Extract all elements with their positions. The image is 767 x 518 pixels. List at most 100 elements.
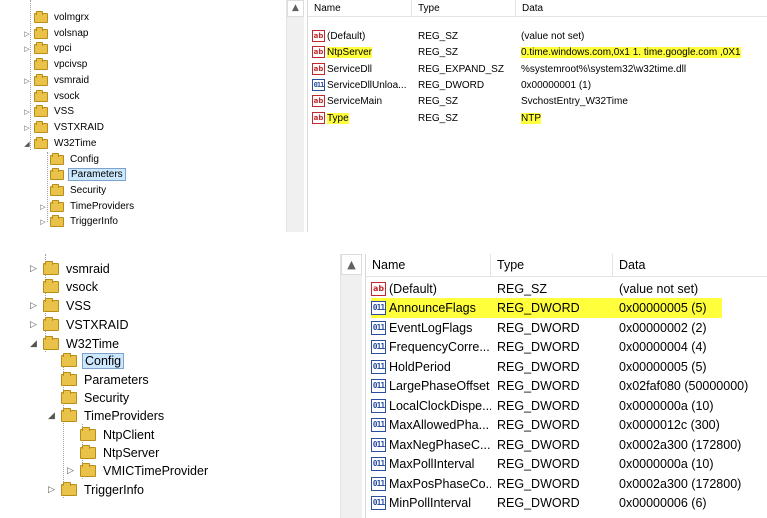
value-data: SvchostEntry_W32Time (521, 95, 628, 107)
registry-value-row-maxpollinterval[interactable]: 011 MaxPollInterval REG_DWORD 0x0000000a… (366, 454, 767, 474)
registry-value-row-minpollinterval[interactable]: 011 MinPollInterval REG_DWORD 0x00000006… (366, 493, 767, 513)
tree-node-vsock[interactable]: vsock (22, 89, 82, 104)
value-name-highlighted: NtpServer (327, 46, 373, 58)
tree-node-vss[interactable]: ▷ VSS (22, 104, 76, 119)
tree-node-w32time[interactable]: ◢ W32Time (22, 136, 98, 151)
scroll-up-button[interactable]: ▲ (287, 0, 304, 17)
registry-value-row-eventlogflags[interactable]: 011 EventLogFlags REG_DWORD 0x00000002 (… (366, 318, 767, 338)
folder-icon (43, 316, 59, 331)
binary-value-icon: 011 (371, 437, 386, 452)
value-data-highlighted: 0x00000005 (5) (619, 300, 707, 315)
tree-node-label: VMICTimeProvider (103, 463, 209, 478)
expand-arrow-icon[interactable]: ▷ (22, 108, 32, 116)
tree-node-parameters[interactable]: Parameters (45, 370, 151, 389)
tree-node-vpcivsp[interactable]: vpcivsp (22, 57, 89, 72)
tree-node-vsock[interactable]: vsock (27, 277, 100, 296)
registry-value-row-largephaseoffset[interactable]: 011 LargePhaseOffset REG_DWORD 0x02faf08… (366, 376, 767, 396)
binary-value-icon: 011 (371, 320, 386, 335)
expand-arrow-icon[interactable]: ▷ (22, 45, 32, 53)
value-type: REG_DWORD (497, 398, 580, 413)
value-name: FrequencyCorre... (389, 339, 490, 354)
expand-arrow-icon[interactable]: ▷ (64, 466, 77, 476)
tree-node-vss[interactable]: ▷ VSS (27, 296, 93, 315)
tree-node-triggerinfo[interactable]: ▷ TriggerInfo (38, 214, 120, 229)
collapse-arrow-icon[interactable]: ◢ (22, 140, 32, 148)
tree-node-label: TimeProviders (84, 408, 165, 423)
registry-value-row-type[interactable]: ab Type REG_SZ NTP (308, 110, 767, 126)
column-header-data[interactable]: Data (516, 0, 767, 16)
tree-node-label: Parameters (84, 372, 149, 387)
tree-node-timeproviders[interactable]: ◢ TimeProviders (45, 406, 166, 425)
expand-arrow-icon[interactable]: ▷ (27, 320, 40, 330)
tree-node-label: Security (70, 185, 107, 196)
tree-vertical-scrollbar[interactable]: ▲ (340, 254, 362, 518)
tree-node-triggerinfo[interactable]: ▷ TriggerInfo (45, 480, 146, 499)
expand-arrow-icon[interactable]: ▷ (22, 30, 32, 38)
collapse-arrow-icon[interactable]: ◢ (45, 411, 58, 421)
tree-node-label: vsock (54, 91, 80, 102)
tree-node-vstxraid[interactable]: ▷ VSTXRAID (22, 120, 106, 135)
expand-arrow-icon[interactable]: ▷ (38, 218, 48, 226)
tree-node-ntpclient[interactable]: NtpClient (64, 425, 156, 444)
registry-value-row-announceflags[interactable]: 011 AnnounceFlags REG_DWORD 0x00000005 (… (366, 298, 767, 318)
tree-node-config[interactable]: Config (38, 152, 101, 167)
tree-node-ntpserver[interactable]: NtpServer (64, 443, 161, 462)
registry-value-row-servicemain[interactable]: ab ServiceMain REG_SZ SvchostEntry_W32Ti… (308, 93, 767, 109)
tree-node-vpci[interactable]: ▷ vpci (22, 41, 74, 56)
tree-node-label: vsmraid (54, 75, 90, 86)
tree-node-volmgrx[interactable]: volmgrx (22, 10, 91, 25)
registry-value-row-ntpserver[interactable]: ab NtpServer REG_SZ 0.time.windows.com,0… (308, 44, 767, 60)
registry-values-list[interactable]: Name Type Data ab (Default) REG_SZ (valu… (307, 0, 767, 232)
tree-node-config[interactable]: Config (45, 351, 125, 370)
registry-value-row-maxposphasecorrection[interactable]: 011 MaxPosPhaseCo... REG_DWORD 0x0002a30… (366, 474, 767, 494)
tree-node-label: TimeProviders (70, 201, 135, 212)
folder-open-icon (61, 352, 77, 367)
value-name: MaxPollInterval (389, 456, 475, 471)
expand-arrow-icon[interactable]: ▷ (27, 264, 40, 274)
column-header-data[interactable]: Data (613, 254, 767, 276)
column-header-name[interactable]: Name (366, 254, 491, 276)
collapse-arrow-icon[interactable]: ◢ (27, 339, 40, 349)
registry-values-list[interactable]: Name Type Data ab (Default) REG_SZ (valu… (365, 254, 767, 518)
tree-vertical-scrollbar[interactable]: ▲ (286, 0, 304, 232)
registry-value-row-localclockdispersion[interactable]: 011 LocalClockDispe... REG_DWORD 0x00000… (366, 396, 767, 416)
tree-node-vsmraid[interactable]: ▷ vsmraid (22, 73, 91, 88)
value-type: REG_SZ (418, 112, 459, 124)
folder-icon (61, 407, 77, 422)
registry-value-row-maxallowedphaseoffset[interactable]: 011 MaxAllowedPha... REG_DWORD 0x0000012… (366, 415, 767, 435)
column-header-type[interactable]: Type (491, 254, 613, 276)
tree-node-security[interactable]: Security (38, 183, 108, 198)
value-type: REG_DWORD (497, 437, 580, 452)
expand-arrow-icon[interactable]: ▷ (22, 124, 32, 132)
expand-arrow-icon[interactable]: ▷ (38, 203, 48, 211)
value-name: MinPollInterval (389, 495, 471, 510)
scroll-up-button[interactable]: ▲ (341, 254, 362, 275)
folder-icon (61, 389, 77, 404)
value-data: (value not set) (521, 30, 585, 42)
tree-node-label: W32Time (66, 336, 120, 351)
registry-value-row-holdperiod[interactable]: 011 HoldPeriod REG_DWORD 0x00000005 (5) (366, 357, 767, 377)
expand-arrow-icon[interactable]: ▷ (45, 485, 58, 495)
column-header-name[interactable]: Name (308, 0, 412, 16)
registry-tree-pane[interactable]: ▷ vsmraid vsock ▷ VSS ▷ VSTXRAID ◢ W32Ti… (0, 254, 362, 518)
tree-node-vsmraid[interactable]: ▷ vsmraid (27, 259, 112, 278)
column-header-type[interactable]: Type (412, 0, 516, 16)
tree-node-vstxraid[interactable]: ▷ VSTXRAID (27, 315, 131, 334)
registry-value-row-maxnegphasecorrection[interactable]: 011 MaxNegPhaseC... REG_DWORD 0x0002a300… (366, 435, 767, 455)
registry-value-row-frequencycorrect[interactable]: 011 FrequencyCorre... REG_DWORD 0x000000… (366, 337, 767, 357)
expand-arrow-icon[interactable]: ▷ (22, 77, 32, 85)
registry-tree-pane[interactable]: volmgrx ▷ volsnap ▷ vpci vpcivsp ▷ vsmra… (0, 0, 304, 232)
registry-value-row-default[interactable]: ab (Default) REG_SZ (value not set) (308, 28, 767, 44)
value-type: REG_SZ (418, 95, 459, 107)
value-data: 0x00000005 (5) (619, 359, 707, 374)
tree-node-security[interactable]: Security (45, 388, 131, 407)
tree-node-volsnap[interactable]: ▷ volsnap (22, 26, 90, 41)
registry-value-row-default[interactable]: ab (Default) REG_SZ (value not set) (366, 279, 767, 299)
tree-node-timeproviders[interactable]: ▷ TimeProviders (38, 199, 136, 214)
registry-value-row-servicedll[interactable]: ab ServiceDll REG_EXPAND_SZ %systemroot%… (308, 61, 767, 77)
tree-node-parameters[interactable]: Parameters (38, 167, 126, 182)
value-type: REG_DWORD (497, 495, 580, 510)
tree-node-vmictimeprovider[interactable]: ▷ VMICTimeProvider (64, 461, 210, 480)
registry-value-row-servicedllunload[interactable]: 011 ServiceDllUnloa... REG_DWORD 0x00000… (308, 77, 767, 93)
expand-arrow-icon[interactable]: ▷ (27, 301, 40, 311)
